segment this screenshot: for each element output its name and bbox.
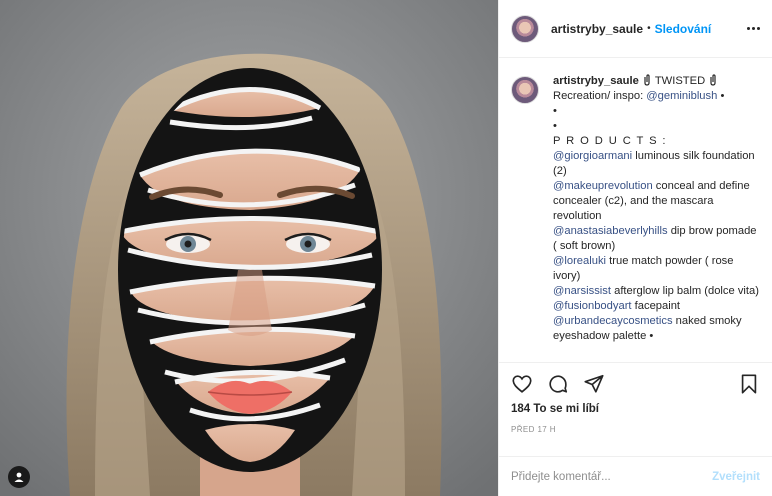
mention-link[interactable]: @makeuprevolution xyxy=(553,180,653,192)
caption-line1-text: Recreation/ inspo: xyxy=(553,90,647,102)
post-photo[interactable] xyxy=(0,0,498,496)
product-line: @anastasiabeverlyhills dip brow pomade (… xyxy=(553,224,760,254)
caption-text: artistryby_saule TWISTED Recreation/ ins… xyxy=(553,74,760,362)
actions-area: 184 To se mi líbí PŘED 17 H xyxy=(499,362,772,456)
caption-title: TWISTED xyxy=(654,75,706,87)
products-heading: P R O D U C T S : xyxy=(553,135,667,147)
tagged-users-button[interactable] xyxy=(8,466,30,488)
caption-bullet: • xyxy=(553,105,557,117)
comment-input[interactable] xyxy=(511,470,713,483)
mention-link[interactable]: @lorealuki xyxy=(553,255,606,267)
caption-bullet: • xyxy=(553,120,557,132)
product-line: @giorgioarmani luminous silk foundation … xyxy=(553,149,760,179)
product-line: @lorealuki true match powder ( rose ivor… xyxy=(553,254,760,284)
makeup-photo-illustration xyxy=(0,0,498,496)
instagram-post: artistryby_saule • Sledování artistryby_… xyxy=(0,0,772,496)
product-line: @narsissist afterglow lip balm (dolce vi… xyxy=(553,284,760,299)
paperclip-icon xyxy=(710,74,716,86)
post-side-panel: artistryby_saule • Sledování artistryby_… xyxy=(498,0,772,496)
product-text: facepaint xyxy=(631,300,681,312)
post-comment-button[interactable]: Zveřejnit xyxy=(712,471,760,483)
caption-bullet: • xyxy=(720,90,725,102)
header-username[interactable]: artistryby_saule xyxy=(551,22,643,36)
comment-icon[interactable] xyxy=(547,373,569,395)
action-icon-row xyxy=(511,371,760,397)
paperclip-icon xyxy=(644,74,650,86)
product-line: @urbandecaycosmetics naked smoky eyeshad… xyxy=(553,314,760,344)
mention-link[interactable]: @giorgioarmani xyxy=(553,150,632,162)
avatar[interactable] xyxy=(511,14,539,43)
follow-button[interactable]: Sledování xyxy=(655,22,712,36)
product-line: @makeuprevolution conceal and define con… xyxy=(553,179,760,224)
likes-count[interactable]: 184 To se mi líbí xyxy=(511,403,760,415)
caption-avatar[interactable] xyxy=(511,76,539,104)
post-header: artistryby_saule • Sledování xyxy=(499,0,772,58)
mention-link[interactable]: @narsissist xyxy=(553,285,611,297)
header-separator: • xyxy=(647,23,651,34)
bookmark-icon[interactable] xyxy=(738,373,760,395)
more-options-icon[interactable] xyxy=(747,27,760,30)
heart-icon[interactable] xyxy=(511,373,533,395)
user-icon xyxy=(14,472,24,482)
mention-link[interactable]: @anastasiabeverlyhills xyxy=(553,225,668,237)
mention-link[interactable]: @urbandecaycosmetics xyxy=(553,315,673,327)
product-text: afterglow lip balm (dolce vita) xyxy=(610,285,759,297)
caption-area: artistryby_saule TWISTED Recreation/ ins… xyxy=(499,58,772,362)
product-line: @fusionbodyart facepaint xyxy=(553,299,760,314)
post-timestamp[interactable]: PŘED 17 H xyxy=(511,425,760,434)
mention-link[interactable]: @fusionbodyart xyxy=(553,300,632,312)
mention-link[interactable]: @geminiblush xyxy=(646,90,717,102)
caption-username[interactable]: artistryby_saule xyxy=(553,75,639,87)
share-icon[interactable] xyxy=(583,373,605,395)
comment-box: Zveřejnit xyxy=(499,456,772,496)
